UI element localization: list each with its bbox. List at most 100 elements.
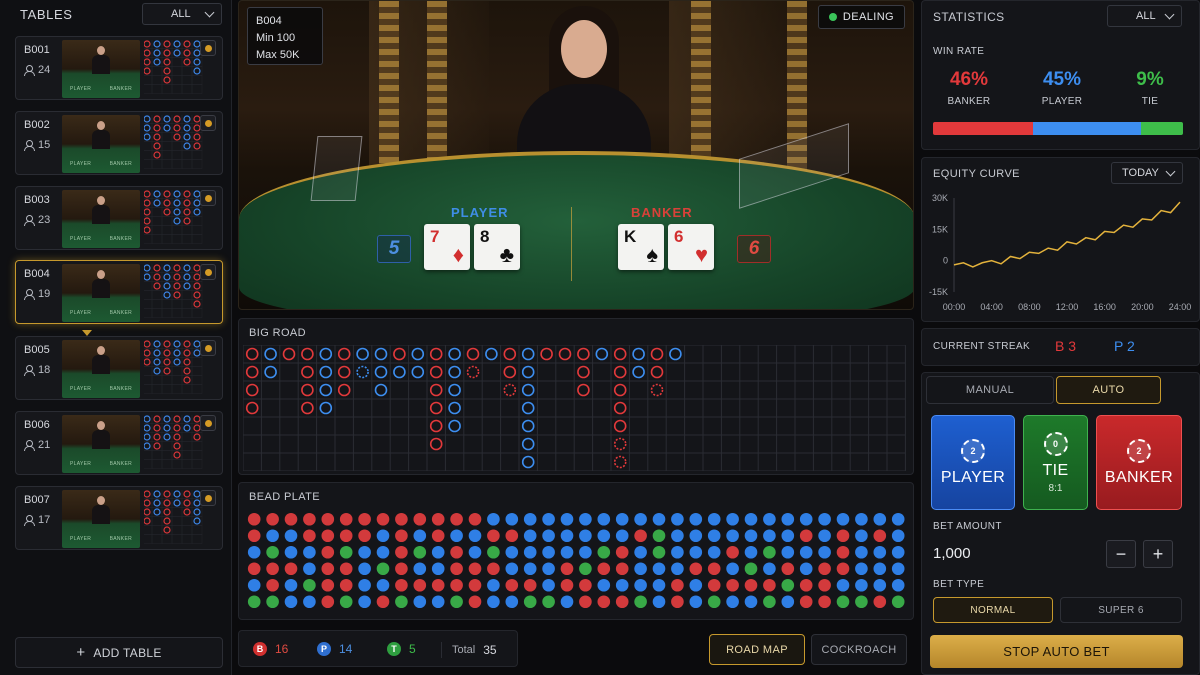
road-mark [183, 340, 191, 348]
favorite-icon[interactable] [200, 264, 216, 280]
max-bet: Max 50K [256, 49, 300, 61]
bead-mark [891, 545, 905, 559]
bead-mark [376, 595, 390, 609]
bead-mark [671, 529, 684, 543]
road-mark [163, 58, 171, 66]
big-road-mark [448, 365, 461, 379]
bead-mark [560, 512, 574, 526]
road-mark [183, 376, 191, 384]
player-share-segment [1033, 122, 1141, 135]
super6-type-button[interactable]: SUPER 6 [1060, 597, 1182, 623]
favorite-icon[interactable] [200, 40, 216, 56]
tables-filter-select[interactable]: ALL [142, 3, 222, 25]
bead-mark [891, 595, 905, 609]
bead-mark [671, 595, 684, 609]
bead-mark [284, 545, 298, 559]
road-mark [144, 217, 151, 225]
thumb-banker-label: BANKER [109, 161, 132, 167]
equity-filter-value: TODAY [1122, 167, 1159, 179]
road-mark [144, 340, 151, 348]
road-mark [153, 340, 161, 348]
player-score: 5 [377, 235, 411, 263]
big-road-mark [521, 437, 535, 451]
thumb-banker-label: BANKER [109, 386, 132, 392]
big-road-mark [503, 347, 517, 361]
bead-mark [579, 595, 592, 609]
bead-mark [542, 562, 555, 576]
favorite-icon[interactable] [200, 415, 216, 431]
add-table-button[interactable]: + ADD TABLE [15, 637, 223, 668]
table-card-b001[interactable]: B001 24 PLAYER BANKER [15, 36, 223, 100]
chip-icon: 2 [1127, 438, 1151, 463]
road-mark [153, 40, 161, 48]
bead-mark [579, 512, 592, 526]
bead-mark [413, 529, 427, 543]
cockroach-tab[interactable]: COCKROACH [811, 634, 907, 665]
favorite-icon[interactable] [200, 490, 216, 506]
card-rank: 8 [480, 227, 490, 246]
bead-mark [487, 595, 500, 609]
table-card-b006[interactable]: B006 21 PLAYER BANKER [15, 411, 223, 475]
player-count: 24 [24, 64, 50, 76]
road-mark [183, 358, 191, 366]
statistics-filter-select[interactable]: ALL [1107, 5, 1182, 27]
equity-filter-select[interactable]: TODAY [1111, 162, 1183, 184]
bead-mark [873, 595, 887, 609]
road-mark [163, 124, 171, 132]
road-mark [183, 190, 191, 198]
tie-bet-button[interactable]: 0 TIE 8:1 [1023, 415, 1088, 510]
road-mark [173, 451, 181, 459]
table-card-b002[interactable]: B002 15 PLAYER BANKER [15, 111, 223, 175]
favorite-icon[interactable] [200, 190, 216, 206]
table-card-b004[interactable]: B004 19 PLAYER BANKER [15, 260, 223, 324]
road-mark [173, 217, 181, 225]
player-bet-button[interactable]: 2 PLAYER [931, 415, 1015, 510]
table-id: B001 [24, 44, 50, 56]
bead-mark [523, 512, 537, 526]
decrease-amount-button[interactable]: − [1106, 540, 1136, 568]
bead-mark [818, 512, 831, 526]
player-count-value: 23 [38, 214, 51, 226]
road-mark [163, 199, 171, 207]
big-road-mark [466, 365, 480, 379]
table-card-b003[interactable]: B003 23 PLAYER BANKER [15, 186, 223, 250]
playing-card: K ♠ [618, 224, 664, 270]
bead-mark [799, 562, 813, 576]
road-mark [163, 415, 171, 423]
bead-mark [818, 578, 831, 592]
bead-mark [707, 595, 721, 609]
bead-mark [266, 529, 279, 543]
road-map-tab[interactable]: ROAD MAP [709, 634, 805, 665]
bead-mark [431, 529, 445, 543]
bead-mark [487, 512, 500, 526]
bead-mark [431, 545, 445, 559]
stop-auto-bet-button[interactable]: STOP AUTO BET [930, 635, 1183, 668]
table-card-b005[interactable]: B005 18 PLAYER BANKER [15, 336, 223, 400]
bet-type-label: BET TYPE [933, 579, 985, 590]
banker-bet-button[interactable]: 2 BANKER [1096, 415, 1182, 510]
table-card-b007[interactable]: B007 17 PLAYER BANKER [15, 486, 223, 550]
bead-mark [744, 562, 758, 576]
bead-mark [505, 529, 519, 543]
auto-mode-tab[interactable]: AUTO [1056, 376, 1161, 404]
favorite-icon[interactable] [200, 340, 216, 356]
bead-mark [468, 545, 482, 559]
bead-mark [579, 578, 592, 592]
bead-mark [395, 562, 408, 576]
road-mark [173, 415, 181, 423]
bead-mark [395, 595, 408, 609]
bead-mark [431, 512, 445, 526]
bead-mark [873, 562, 887, 576]
bead-mark [615, 578, 629, 592]
bead-mark [689, 545, 703, 559]
bead-mark [891, 512, 905, 526]
tie-count-item: T 5 [387, 642, 416, 656]
increase-amount-button[interactable]: + [1143, 540, 1173, 568]
bet-amount-input[interactable]: 1,000 [933, 539, 1103, 569]
favorite-icon[interactable] [200, 115, 216, 131]
bead-plate-panel: BEAD PLATE [238, 482, 914, 620]
playing-card: 6 ♥ [668, 224, 714, 270]
road-mark [173, 282, 181, 290]
manual-mode-tab[interactable]: MANUAL [926, 376, 1054, 404]
normal-type-button[interactable]: NORMAL [933, 597, 1053, 623]
